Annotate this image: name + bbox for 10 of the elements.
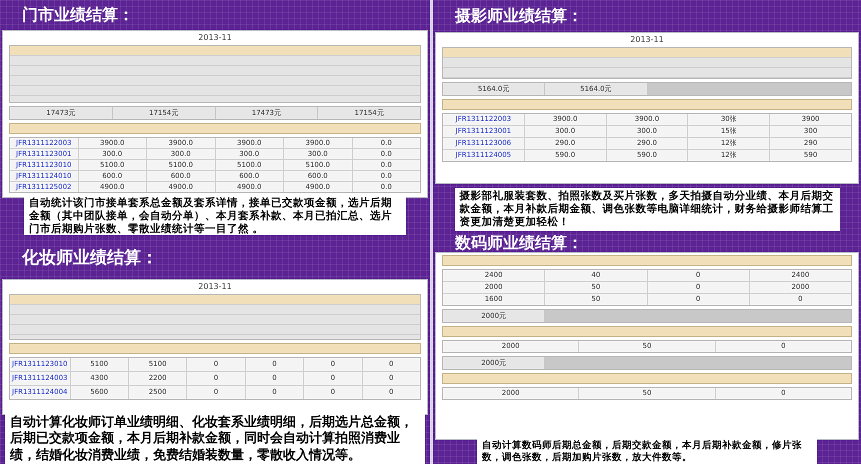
caption-text: 摄影部礼服装套数、拍照张数及买片张数，多天拍摄自动分业绩、本月后期交款金额，本月补款后期金额、调色张数等电脑详细统计，财务给摄影师结算工资更加清楚更加轻松！ — [454, 188, 840, 232]
report-title: 2013-11 — [198, 33, 232, 42]
caption-text: 自动计算化妆师订单业绩明细、化妆套系业绩明细，后期选片总金额，后期已交款项金额，本月后期补款金额，同时会自动计算拍照消费业绩，结婚化妆消费业绩，免费结婚装数量，零散收入情况等。 — [5, 413, 425, 464]
section-title: 门市业绩结算： — [22, 4, 134, 26]
section-title: 化妆师业绩结算： — [22, 246, 158, 268]
caption-text: 自动统计该门市接单套系总金额及套系详情，接单已交款项金额，选片后期金额（其中团队接单，会自动分单）、本月套系补款、本月已拍汇总、选片门市后期购片张数、零散业绩统计等一目了然 。 — [24, 194, 406, 235]
report-title: 2013-11 — [198, 282, 232, 291]
section-title: 摄影师业绩结算： — [455, 6, 583, 26]
report-title: 2013-11 — [630, 35, 664, 44]
caption-text: 自动计算数码师后期总金额，后期交款金额，本月后期补款金额，修片张数，调色张数，后期加购片张数，放大件数等。 — [477, 438, 817, 464]
